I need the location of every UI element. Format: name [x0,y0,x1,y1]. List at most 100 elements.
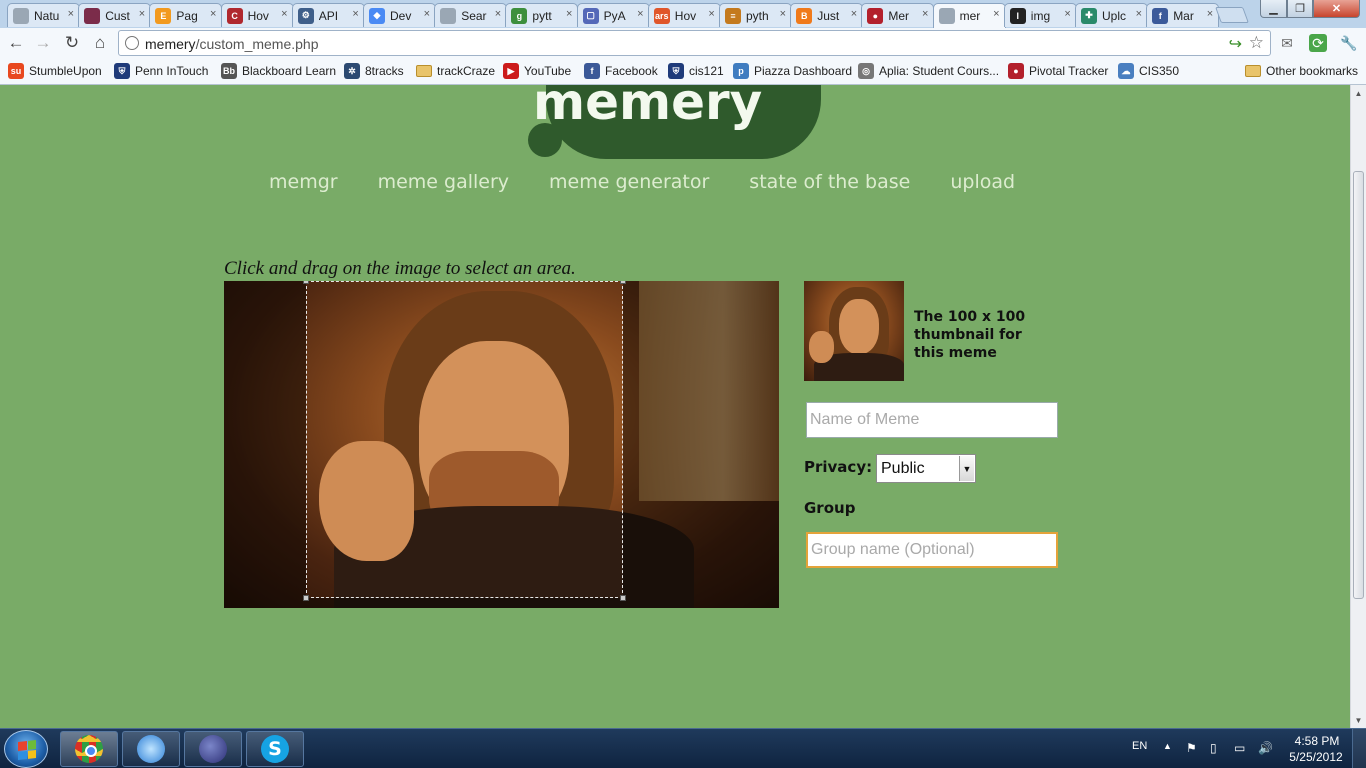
taskbar-chrome[interactable] [60,731,118,767]
browser-tab[interactable]: ▢ PyA × [576,3,650,27]
tab-close-icon[interactable]: × [566,8,572,20]
meme-name-input[interactable] [806,402,1058,438]
other-bookmarks-folder[interactable]: Other bookmarks [1245,62,1358,80]
browser-tab[interactable]: f Mar × [1146,3,1220,27]
maximize-button[interactable]: ❐ [1287,0,1313,18]
privacy-select[interactable]: Public ▼ [876,454,976,483]
clock-date[interactable]: 5/25/2012 [1286,750,1346,764]
browser-tab[interactable]: ⚙ API × [291,3,365,27]
tab-close-icon[interactable]: × [851,8,857,20]
tab-close-icon[interactable]: × [780,8,786,20]
browser-tab[interactable]: Cust × [78,3,152,27]
close-window-button[interactable]: ✕ [1313,0,1360,18]
tab-close-icon[interactable]: × [495,8,501,20]
browser-tab[interactable]: ◆ Dev × [363,3,436,27]
clock-time[interactable]: 4:58 PM [1292,734,1342,748]
new-tab-button[interactable] [1215,7,1249,23]
wrench-icon[interactable]: 🔧 [1340,34,1358,52]
tab-close-icon[interactable]: × [1207,8,1213,20]
power-icon[interactable]: ▯ [1210,742,1224,755]
nav-meme-gallery[interactable]: meme gallery [378,171,509,193]
bookmark-item[interactable]: ✲ 8tracks [344,62,404,80]
crop-handle-bottom-left[interactable] [303,595,309,601]
bookmark-item[interactable]: Bb Blackboard Learn [221,62,336,80]
browser-tab[interactable]: ars Hov × [647,3,721,27]
browser-tab[interactable]: Iimg × [1003,3,1077,27]
crop-handle-top-left[interactable] [303,281,309,284]
bookmark-item[interactable]: trackCraze [416,62,495,80]
page-scrollbar[interactable]: ▲ ▼ [1350,85,1366,728]
browser-tab[interactable]: E Pag × [149,3,223,27]
tab-close-icon[interactable]: × [993,8,999,20]
penn-shield-icon: ⛨ [668,63,684,79]
browser-tab[interactable]: Sear × [434,3,508,27]
bookmark-item[interactable]: p Piazza Dashboard [733,62,852,80]
logo-text: memery [533,85,763,131]
dropdown-arrow-icon[interactable]: ▼ [959,456,974,481]
tab-close-icon[interactable]: × [922,8,928,20]
nav-upload[interactable]: upload [950,171,1015,193]
scroll-down-arrow-icon[interactable]: ▼ [1351,712,1366,728]
sync-extension-icon[interactable]: ⟳ [1309,34,1327,52]
scroll-up-arrow-icon[interactable]: ▲ [1351,85,1366,101]
crop-handle-top-right[interactable] [620,281,626,284]
network-icon[interactable]: ▭ [1234,742,1248,755]
browser-tab[interactable]: ≡ pyth × [719,3,792,27]
nav-meme-generator[interactable]: meme generator [549,171,709,193]
bookmark-item[interactable]: ● Pivotal Tracker [1008,62,1108,80]
taskbar-eclipse[interactable] [184,731,242,767]
bookmark-item[interactable]: ⛨ Penn InTouch [114,62,208,80]
minimize-button[interactable]: ▁ [1260,0,1287,18]
reload-icon[interactable]: ↻ [61,32,83,54]
action-center-flag-icon[interactable]: ⚑ [1186,742,1200,755]
bookmark-item[interactable]: f Facebook [584,62,658,80]
scrollbar-thumb[interactable] [1353,171,1364,599]
browser-tab[interactable]: B Just × [790,3,864,27]
crop-handle-bottom-right[interactable] [620,595,626,601]
bookmark-star-icon[interactable]: ☆ [1249,33,1264,53]
tab-close-icon[interactable]: × [352,8,358,20]
bookmark-item[interactable]: ▶ YouTube [503,62,571,80]
browser-tab[interactable]: Natu × [7,3,80,27]
group-name-input[interactable] [806,532,1058,568]
bookmark-label: CIS350 [1139,64,1180,78]
taskbar-skype[interactable]: S [246,731,304,767]
url-text[interactable]: memery/custom_meme.php [145,36,319,52]
mail-extension-icon[interactable]: ✉ [1278,34,1296,52]
thumb-figure-hand [809,331,834,363]
go-arrow-icon[interactable]: ↪ [1229,34,1242,54]
meme-crop-image[interactable] [224,281,779,608]
start-button[interactable] [4,730,48,768]
tab-close-icon[interactable]: × [68,8,74,20]
browser-tab[interactable]: g pytt × [505,3,579,27]
back-arrow-icon[interactable]: ← [5,32,27,54]
bookmark-item[interactable]: ◎ Aplia: Student Cours... [858,62,999,80]
forward-arrow-icon[interactable]: → [32,32,54,54]
nav-memgr[interactable]: memgr [269,171,338,193]
crop-selection-box[interactable] [303,281,626,601]
tab-close-icon[interactable]: × [139,8,145,20]
show-desktop-button[interactable] [1352,729,1366,768]
tab-close-icon[interactable]: × [708,8,714,20]
browser-tab[interactable]: ● Mer × [861,3,935,27]
nav-state-of-the-base[interactable]: state of the base [749,171,910,193]
volume-icon[interactable]: 🔊 [1258,742,1273,755]
taskbar-app[interactable] [122,731,180,767]
show-hidden-icons-arrow[interactable]: ▲ [1163,741,1172,751]
tab-close-icon[interactable]: × [1136,8,1142,20]
tab-close-icon[interactable]: × [210,8,216,20]
home-icon[interactable]: ⌂ [89,32,111,54]
tab-close-icon[interactable]: × [281,8,287,20]
address-bar[interactable]: memery/custom_meme.php ↪ ☆ [118,30,1271,56]
bookmark-item[interactable]: su StumbleUpon [8,62,102,80]
bookmark-item[interactable]: ⛨ cis121 [668,62,724,80]
tab-close-icon[interactable]: × [1064,8,1070,20]
site-logo[interactable]: memery [528,85,823,163]
browser-tab[interactable]: C Hov × [220,3,294,27]
bookmark-item[interactable]: ☁ CIS350 [1118,62,1179,80]
tab-close-icon[interactable]: × [637,8,643,20]
browser-tab[interactable]: mer × [932,3,1006,28]
language-indicator[interactable]: EN [1132,740,1147,752]
browser-tab[interactable]: ✚ Uplc × [1075,3,1148,27]
tab-close-icon[interactable]: × [424,8,430,20]
